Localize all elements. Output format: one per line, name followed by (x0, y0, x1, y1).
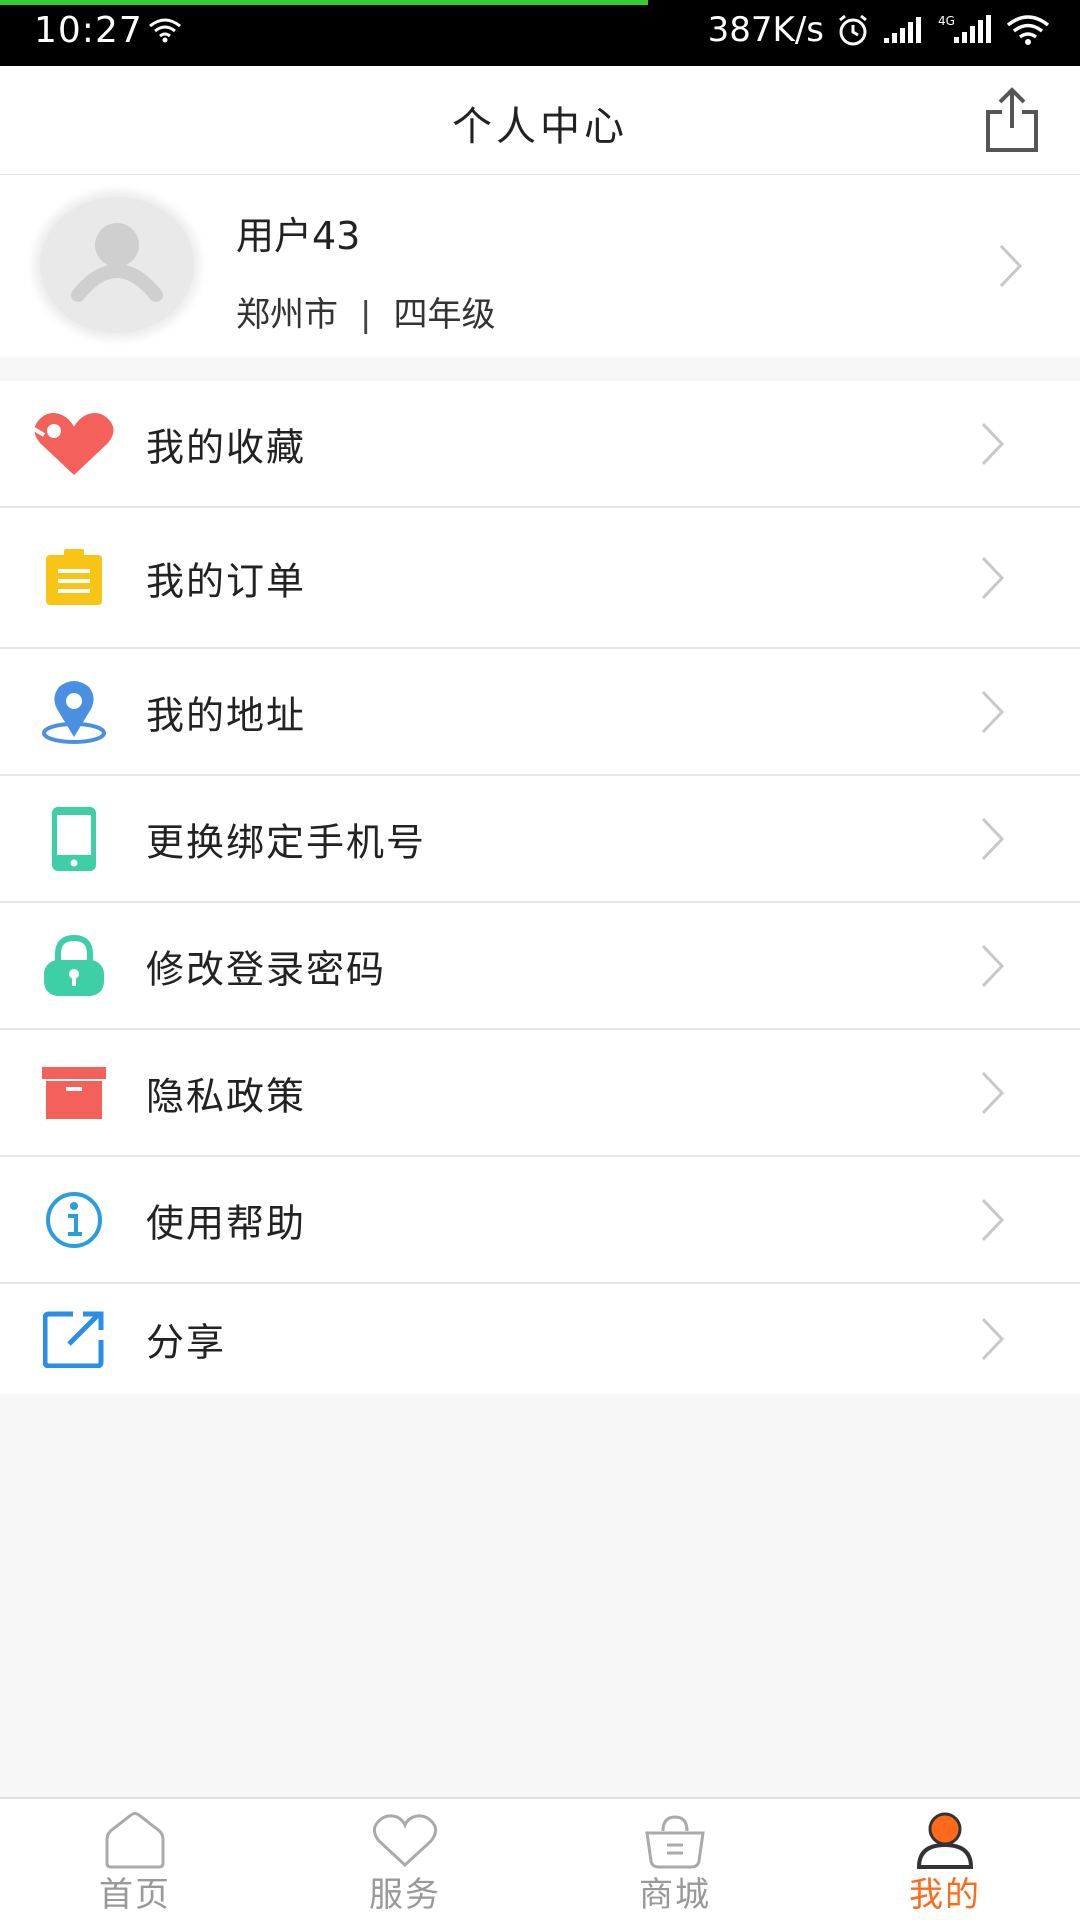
signal-4g-icon: 4G (938, 14, 991, 43)
menu-item-orders[interactable]: 我的订单 (0, 508, 1080, 649)
chevron-right-icon (981, 944, 1005, 987)
menu-item-label: 我的地址 (146, 693, 307, 737)
info-icon (32, 1178, 116, 1262)
heart-outline-icon (372, 1814, 438, 1868)
chevron-right-icon (981, 1317, 1005, 1361)
menu-item-change-phone[interactable]: 更换绑定手机号 (0, 776, 1080, 903)
status-right: 387K/s 4G (708, 10, 1050, 50)
clipboard-icon (32, 536, 116, 620)
lock-icon (32, 924, 116, 1008)
network-speed: 387K/s (707, 10, 824, 50)
tab-mall[interactable]: 商城 (540, 1799, 810, 1920)
tab-label: 服务 (369, 1875, 441, 1915)
menu-item-label: 我的订单 (146, 559, 307, 603)
user-icon (916, 1812, 974, 1869)
menu-item-address[interactable]: 我的地址 (0, 649, 1080, 776)
profile-grade: 四年级 (393, 295, 496, 335)
tab-label: 商城 (639, 1875, 711, 1915)
share-edit-icon (32, 1297, 116, 1381)
profile-info: 郑州市 | 四年级 (236, 287, 495, 336)
alarm-icon (839, 14, 867, 46)
user-silhouette-icon (71, 223, 163, 302)
bottom-nav: 首页 服务 商城 我的 (0, 1797, 1080, 1920)
wifi-icon (1006, 15, 1050, 45)
archive-box-icon (32, 1051, 116, 1135)
menu-item-label: 修改登录密码 (146, 947, 387, 991)
tab-home[interactable]: 首页 (0, 1799, 270, 1920)
profile-separator: | (360, 295, 372, 335)
share-icon[interactable] (982, 86, 1042, 154)
load-progress-bar (0, 0, 648, 5)
chevron-right-icon (981, 1198, 1005, 1241)
menu-item-privacy-policy[interactable]: 隐私政策 (0, 1030, 1080, 1157)
profile-card[interactable]: 用户43 郑州市 | 四年级 (0, 175, 1080, 357)
menu-item-label: 隐私政策 (146, 1074, 307, 1118)
chevron-right-icon (981, 1071, 1005, 1114)
profile-name: 用户43 (236, 214, 361, 258)
avatar (40, 197, 194, 333)
chevron-right-icon (981, 556, 1005, 599)
menu-item-share[interactable]: 分享 (0, 1284, 1080, 1394)
tab-services[interactable]: 服务 (270, 1799, 540, 1920)
screen: 10:27 387K/s 4G 个人中心 用户43 郑州市 | 四年级 我的收藏… (0, 0, 1080, 1920)
page-title: 个人中心 (452, 104, 628, 150)
menu-item-label: 我的收藏 (146, 425, 307, 469)
signal-icon (884, 17, 921, 43)
chevron-right-icon (981, 690, 1005, 733)
heart-icon (32, 402, 116, 486)
header: 个人中心 (0, 66, 1080, 175)
profile-city: 郑州市 (236, 295, 338, 335)
home-icon (105, 1812, 165, 1869)
chevron-right-icon (981, 422, 1005, 465)
status-bar: 10:27 387K/s 4G (0, 0, 1080, 66)
menu-item-favorites[interactable]: 我的收藏 (0, 381, 1080, 508)
network-type-label: 4G (938, 14, 955, 28)
wifi-icon (149, 18, 181, 43)
chevron-right-icon (999, 244, 1023, 288)
tab-label: 我的 (909, 1875, 981, 1915)
basket-icon (645, 1815, 705, 1869)
menu-list: 我的收藏 我的订单 我的地址 更换绑定手机号 修改登录密码 隐私政策 使用帮助 … (0, 381, 1080, 1394)
menu-item-change-password[interactable]: 修改登录密码 (0, 903, 1080, 1030)
status-time: 10:27 (34, 10, 143, 51)
phone-icon (32, 797, 116, 881)
tab-label: 首页 (99, 1875, 171, 1915)
menu-item-label: 分享 (146, 1320, 227, 1365)
menu-item-help[interactable]: 使用帮助 (0, 1157, 1080, 1284)
tab-mine[interactable]: 我的 (810, 1799, 1080, 1920)
menu-item-label: 使用帮助 (146, 1201, 307, 1245)
menu-item-label: 更换绑定手机号 (146, 820, 427, 864)
location-pin-icon (32, 670, 116, 754)
chevron-right-icon (981, 817, 1005, 860)
